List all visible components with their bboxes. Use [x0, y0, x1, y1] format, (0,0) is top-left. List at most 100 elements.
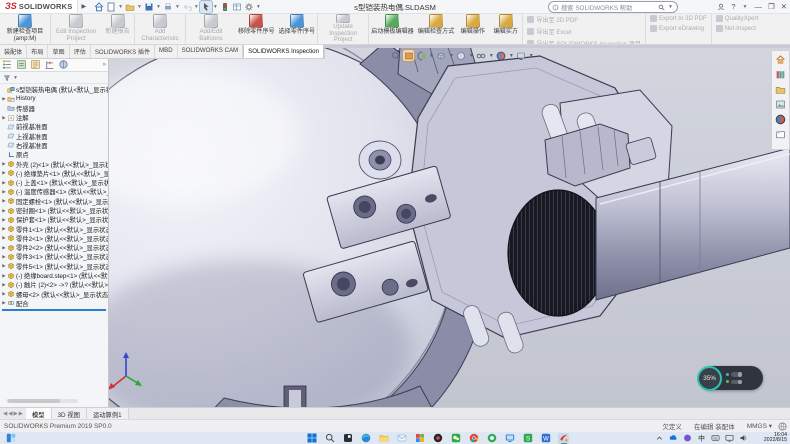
onedrive-icon[interactable] [669, 433, 678, 444]
taskbar-clock[interactable]: 16:04 2022/8/15 [764, 433, 787, 444]
launch-template-editor-button[interactable]: 启动模板编辑器 [368, 13, 416, 44]
tab-布局[interactable]: 布局 [27, 44, 48, 58]
search-icon[interactable] [658, 4, 665, 11]
recorder-switch-1[interactable] [731, 372, 742, 377]
save-icon[interactable] [143, 1, 155, 13]
save-caret-icon[interactable]: ▼ [156, 4, 161, 10]
tree-item[interactable]: ▶零件2<1> (默认<<默认>_显示状态 [0, 234, 108, 243]
chrome-icon[interactable] [468, 433, 479, 444]
media-icon[interactable] [432, 433, 443, 444]
new-document-caret-icon[interactable]: ▼ [118, 4, 123, 10]
store-icon[interactable] [414, 433, 425, 444]
zoom-percent-badge[interactable]: 35% [697, 366, 722, 391]
security-icon[interactable] [683, 433, 692, 444]
tree-item[interactable]: ▶A注解 [0, 113, 108, 122]
scrollbar-thumb[interactable] [8, 399, 60, 403]
edit-inspection-methods-button[interactable]: 编辑检查方式 [416, 13, 457, 44]
view-orientation-caret-icon[interactable]: ▼ [449, 53, 454, 59]
tree-item[interactable]: ▶零件1<1> (默认<<默认>_显示状态 [0, 224, 108, 233]
select-caret-icon[interactable]: ▼ [213, 4, 218, 10]
tree-item[interactable]: ▶零件2<2> (默认<<默认>_显示状态 [0, 243, 108, 252]
tree-item[interactable]: 前视基准面 [0, 122, 108, 131]
help-caret-icon[interactable]: ▼ [743, 4, 748, 10]
tree-item[interactable]: ▶零件5<1> (默认<<默认>_显示状态 [0, 262, 108, 271]
wechat-icon[interactable] [450, 433, 461, 444]
rebuild-icon[interactable] [219, 1, 231, 13]
section-view-icon[interactable] [416, 50, 427, 61]
tree-item[interactable]: ▶(-) 绝缘垫片<1> (默认<<默认>_显 [0, 169, 108, 178]
featuremanager-tree-icon[interactable] [2, 59, 13, 70]
solidworks-resources-icon[interactable] [775, 53, 787, 65]
zoom-fit-icon[interactable] [390, 50, 401, 61]
tab-solidworks-inspection[interactable]: SOLIDWORKS Inspection [243, 44, 324, 58]
tree-item[interactable]: ▶History [0, 94, 108, 103]
tree-item[interactable]: s型铠装热电偶 (默认<默认_显示状态-1 [0, 85, 108, 94]
dimxpertmanager-icon[interactable] [44, 59, 55, 70]
status-item[interactable]: MMGS ▾ [747, 422, 772, 430]
view-orientation-icon[interactable] [436, 50, 447, 61]
view-palette-icon[interactable] [775, 98, 787, 110]
mail-icon[interactable] [396, 433, 407, 444]
task-view-icon[interactable] [342, 433, 353, 444]
configurationmanager-icon[interactable] [30, 59, 41, 70]
tab-草图[interactable]: 草图 [48, 44, 69, 58]
tree-horizontal-scrollbar[interactable] [6, 399, 78, 403]
solidworks-logo[interactable]: ЗS SOLIDWORKS [0, 0, 78, 13]
widgets-icon[interactable] [5, 433, 16, 444]
search-box[interactable]: i 搜索 SOLIDWORKS 帮助 ▼ [548, 1, 678, 13]
print-caret-icon[interactable]: ▼ [175, 4, 180, 10]
new-inspection-project-button[interactable]: 新建检查项目(amp:M) [0, 13, 50, 44]
propertymanager-icon[interactable] [16, 59, 27, 70]
minimize-icon[interactable]: — [754, 3, 762, 11]
wps-icon[interactable]: W [540, 433, 551, 444]
options-icon[interactable] [243, 1, 255, 13]
tree-item[interactable]: ▶螺母<2> (默认<<默认>_显示状态 [0, 290, 108, 299]
zoom-area-icon[interactable] [403, 50, 414, 61]
tree-item[interactable]: 传感器 [0, 104, 108, 113]
tree-item[interactable]: ▶保护套<1> (默认<<默认>_显示状 [0, 215, 108, 224]
edge-icon[interactable] [360, 433, 371, 444]
tree-item[interactable]: ▶零件3<1> (默认<<默认>_显示状态 [0, 252, 108, 261]
tree-filter-row[interactable]: ▼ [0, 72, 108, 84]
tab-评估[interactable]: 评估 [70, 44, 91, 58]
home-icon[interactable] [93, 1, 105, 13]
tree-item[interactable]: ▶(-) 触片 (2)<2> ->? (默认<<默认> [0, 280, 108, 289]
tree-item[interactable]: 原点 [0, 150, 108, 159]
touch-keyboard-icon[interactable] [711, 433, 720, 444]
recorder-overlay[interactable]: 35% [700, 366, 763, 390]
tab-装配体[interactable]: 装配体 [0, 44, 27, 58]
custom-properties-icon[interactable] [775, 128, 787, 140]
volume-icon[interactable] [739, 433, 748, 444]
options-caret-icon[interactable]: ▼ [256, 4, 261, 10]
tab-solidworks-cam[interactable]: SOLIDWORKS CAM [178, 44, 244, 58]
graphics-area[interactable]: ▼▼▼▼▼▼ 35% [0, 48, 790, 407]
undo-caret-icon[interactable]: ▼ [194, 4, 199, 10]
open-icon[interactable] [124, 1, 136, 13]
tray-expand-icon[interactable] [655, 433, 664, 444]
close-icon[interactable]: ✕ [781, 3, 787, 11]
tab-solidworks-插件[interactable]: SOLIDWORKS 插件 [91, 44, 155, 58]
tree-item[interactable]: 上视基准面 [0, 131, 108, 140]
tree-item[interactable]: ▶固定螺栓<1> (默认<<默认>_显示状 [0, 197, 108, 206]
tree-item[interactable]: 右视基准面 [0, 141, 108, 150]
tab-mbd[interactable]: MBD [155, 44, 178, 58]
tree-item[interactable]: ▶(-) 上盖<1> (默认<<默认>_显示状 [0, 178, 108, 187]
section-view-caret-icon[interactable]: ▼ [429, 53, 434, 59]
select-icon[interactable] [200, 1, 212, 13]
displaymanager-icon[interactable] [58, 59, 69, 70]
display-icon[interactable] [725, 433, 734, 444]
user-icon[interactable] [717, 3, 725, 11]
panel-chevron-icon[interactable]: » [103, 62, 106, 68]
rollback-bar[interactable] [2, 309, 106, 311]
display-style-icon[interactable] [456, 50, 467, 61]
edit-appearance-caret-icon[interactable]: ▼ [509, 53, 514, 59]
search-taskbar-icon[interactable] [324, 433, 335, 444]
file-properties-icon[interactable] [231, 1, 243, 13]
select-balloons-button[interactable]: 选择零件序号 [277, 13, 318, 44]
tree-item[interactable]: ▶(-) 绝缘board.step<1> (默认<<默认 [0, 271, 108, 280]
edit-operations-button[interactable]: 编辑操作 [456, 13, 489, 44]
display-style-caret-icon[interactable]: ▼ [469, 53, 474, 59]
new-document-icon[interactable] [105, 1, 117, 13]
edit-specifications-button[interactable]: 编辑实方 [489, 13, 522, 44]
edit-appearance-icon[interactable] [496, 50, 507, 61]
